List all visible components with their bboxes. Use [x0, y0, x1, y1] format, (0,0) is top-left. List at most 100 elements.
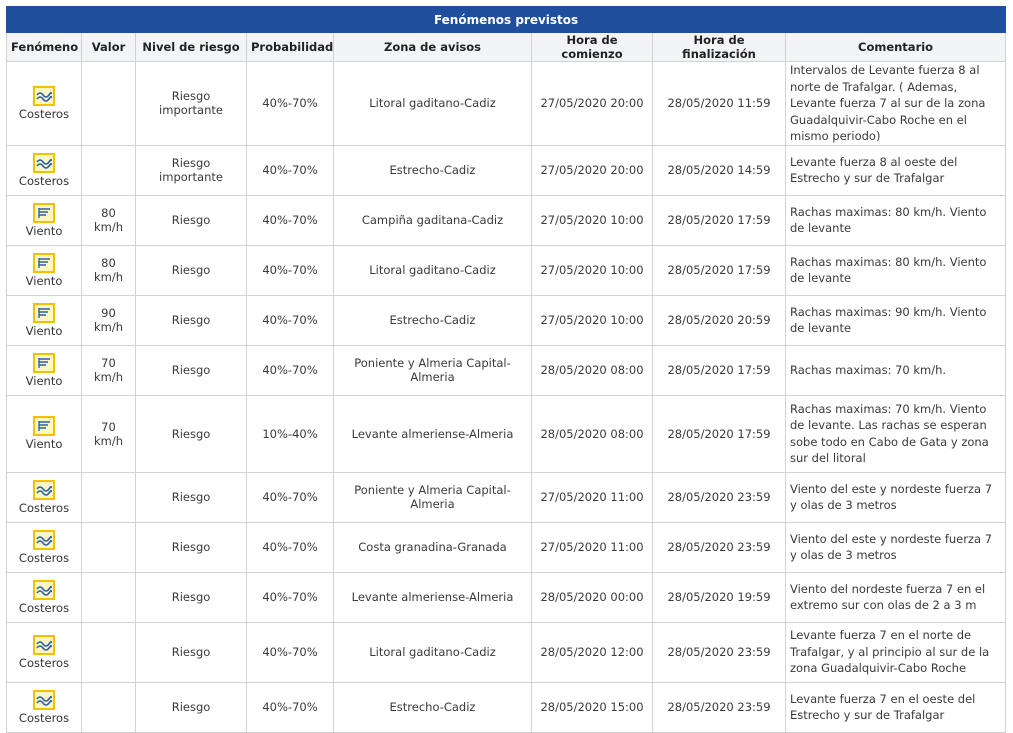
cell-nivel-riesgo: Riesgo: [135, 294, 247, 346]
cell-hora-comienzo: 27/05/2020 10:00: [531, 244, 653, 296]
warnings-table-body: Costeros Riesgo importante 40%-70% Litoral …: [6, 61, 1007, 733]
cell-fenomeno: Costeros: [6, 144, 82, 196]
table-row: Viento 80 km/h Riesgo 40%-70% Campiña gadita…: [6, 194, 1007, 246]
cell-fenomeno: Viento: [6, 194, 82, 246]
cell-fenomeno: Viento: [6, 244, 82, 296]
fenomeno-label: Costeros: [18, 173, 70, 188]
cell-zona: Poniente y Almeria Capital-Almeria: [333, 471, 532, 523]
cell-probabilidad: 40%-70%: [246, 571, 334, 623]
col-header-probabilidad: Probabilidad: [246, 32, 334, 62]
cell-valor: 90 km/h: [81, 294, 136, 346]
cell-fenomeno: Costeros: [6, 621, 82, 683]
cell-hora-finalizacion: 28/05/2020 14:59: [652, 144, 786, 196]
cell-nivel-riesgo: Riesgo: [135, 471, 247, 523]
table-row: Viento 80 km/h Riesgo 40%-70% Litoral gadita…: [6, 244, 1007, 296]
cell-zona: Levante almeriense-Almeria: [333, 394, 532, 473]
cell-comentario: Rachas maximas: 80 km/h. Viento de levan…: [784, 194, 1007, 246]
table-row: Costeros Riesgo 40%-70% Litoral gaditano-Ca…: [6, 621, 1007, 683]
cell-probabilidad: 40%-70%: [246, 471, 334, 523]
cell-probabilidad: 40%-70%: [246, 681, 334, 733]
wind-icon: [33, 252, 55, 273]
cell-probabilidad: 40%-70%: [246, 61, 334, 146]
cell-valor: 70 km/h: [81, 344, 136, 396]
table-row: Costeros Riesgo importante 40%-70% Litoral …: [6, 61, 1007, 146]
coastal-icon: [33, 689, 55, 710]
cell-nivel-riesgo: Riesgo: [135, 344, 247, 396]
cell-valor: 80 km/h: [81, 244, 136, 296]
coastal-icon: [33, 529, 55, 550]
table-row: Costeros Riesgo 40%-70% Estrecho-Cadiz 28/05…: [6, 681, 1007, 733]
col-header-inicio: Hora de comienzo: [531, 32, 653, 62]
cell-hora-comienzo: 28/05/2020 08:00: [531, 344, 653, 396]
table-row: Costeros Riesgo 40%-70% Poniente y Almeria …: [6, 471, 1007, 523]
wind-icon: [33, 202, 55, 223]
wind-icon: [33, 352, 55, 373]
cell-nivel-riesgo: Riesgo: [135, 571, 247, 623]
coastal-icon: [33, 152, 55, 173]
cell-comentario: Levante fuerza 7 en el norte de Trafalga…: [784, 621, 1007, 683]
cell-probabilidad: 40%-70%: [246, 294, 334, 346]
coastal-icon: [33, 85, 55, 106]
fenomeno-label: Viento: [25, 323, 63, 338]
cell-probabilidad: 40%-70%: [246, 194, 334, 246]
cell-hora-comienzo: 27/05/2020 20:00: [531, 144, 653, 196]
table-row: Viento 90 km/h Riesgo 40%-70% Estrecho-Cadiz…: [6, 294, 1007, 346]
cell-comentario: Rachas maximas: 80 km/h. Viento de levan…: [784, 244, 1007, 296]
cell-fenomeno: Viento: [6, 344, 82, 396]
cell-nivel-riesgo: Riesgo: [135, 681, 247, 733]
cell-hora-finalizacion: 28/05/2020 20:59: [652, 294, 786, 346]
cell-valor: [81, 471, 136, 523]
table-row: Costeros Riesgo 40%-70% Levante almeriense-…: [6, 571, 1007, 623]
cell-nivel-riesgo: Riesgo: [135, 244, 247, 296]
cell-nivel-riesgo: Riesgo importante: [135, 144, 247, 196]
fenomeno-label: Costeros: [18, 655, 70, 670]
cell-nivel-riesgo: Riesgo: [135, 521, 247, 573]
col-header-nivel: Nivel de riesgo: [135, 32, 247, 62]
cell-comentario: Intervalos de Levante fuerza 8 al norte …: [784, 61, 1007, 146]
cell-hora-comienzo: 27/05/2020 10:00: [531, 194, 653, 246]
fenomeno-label: Viento: [25, 273, 63, 288]
table-row: Costeros Riesgo importante 40%-70% Estrecho…: [6, 144, 1007, 196]
warnings-panel: Fenómenos previstos Fenómeno Valor Nivel…: [5, 6, 1007, 733]
col-header-fenomeno: Fenómeno: [6, 32, 82, 62]
cell-zona: Estrecho-Cadiz: [333, 294, 532, 346]
cell-valor: 70 km/h: [81, 394, 136, 473]
coastal-icon: [33, 634, 55, 655]
cell-probabilidad: 40%-70%: [246, 621, 334, 683]
cell-zona: Costa granadina-Granada: [333, 521, 532, 573]
cell-hora-comienzo: 28/05/2020 00:00: [531, 571, 653, 623]
fenomeno-label: Viento: [25, 223, 63, 238]
cell-zona: Levante almeriense-Almeria: [333, 571, 532, 623]
cell-zona: Estrecho-Cadiz: [333, 144, 532, 196]
cell-hora-finalizacion: 28/05/2020 17:59: [652, 344, 786, 396]
cell-valor: [81, 144, 136, 196]
col-header-zona: Zona de avisos: [333, 32, 532, 62]
cell-hora-comienzo: 28/05/2020 08:00: [531, 394, 653, 473]
fenomeno-label: Costeros: [18, 106, 70, 121]
fenomeno-label: Costeros: [18, 500, 70, 515]
cell-hora-finalizacion: 28/05/2020 23:59: [652, 621, 786, 683]
cell-valor: 80 km/h: [81, 194, 136, 246]
column-header-row: Fenómeno Valor Nivel de riesgo Probabili…: [6, 32, 1007, 62]
table-row: Costeros Riesgo 40%-70% Costa granadina-Gra…: [6, 521, 1007, 573]
cell-valor: [81, 621, 136, 683]
cell-nivel-riesgo: Riesgo: [135, 194, 247, 246]
cell-fenomeno: Costeros: [6, 471, 82, 523]
wind-icon: [33, 302, 55, 323]
cell-hora-comienzo: 27/05/2020 11:00: [531, 521, 653, 573]
cell-nivel-riesgo: Riesgo: [135, 621, 247, 683]
cell-hora-finalizacion: 28/05/2020 19:59: [652, 571, 786, 623]
cell-hora-comienzo: 28/05/2020 12:00: [531, 621, 653, 683]
cell-valor: [81, 61, 136, 146]
cell-fenomeno: Costeros: [6, 61, 82, 146]
cell-zona: Estrecho-Cadiz: [333, 681, 532, 733]
cell-comentario: Viento del este y nordeste fuerza 7 y ol…: [784, 521, 1007, 573]
cell-comentario: Levante fuerza 8 al oeste del Estrecho y…: [784, 144, 1007, 196]
cell-zona: Litoral gaditano-Cadiz: [333, 61, 532, 146]
col-header-comentario: Comentario: [784, 32, 1007, 62]
cell-hora-finalizacion: 28/05/2020 17:59: [652, 194, 786, 246]
cell-comentario: Viento del este y nordeste fuerza 7 y ol…: [784, 471, 1007, 523]
cell-zona: Litoral gaditano-Cadiz: [333, 244, 532, 296]
fenomeno-label: Costeros: [18, 710, 70, 725]
cell-hora-finalizacion: 28/05/2020 17:59: [652, 394, 786, 473]
